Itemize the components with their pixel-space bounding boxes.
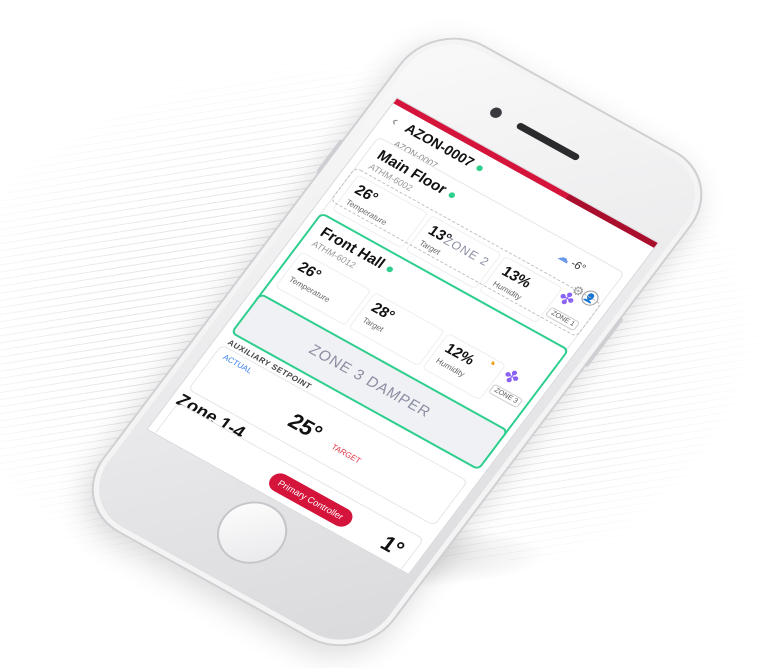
weather-readout: ☁-6° (555, 249, 588, 275)
online-indicator (474, 163, 484, 172)
progress-track (565, 193, 658, 248)
zone-tag: ZONE 3 (487, 383, 524, 409)
front-camera (487, 105, 505, 120)
zone-group-value: 1° (375, 530, 410, 562)
online-indicator (447, 191, 457, 199)
actual-value: 25° (283, 408, 328, 445)
chevron-left-icon[interactable]: ‹ (389, 113, 403, 128)
online-indicator (385, 265, 395, 274)
target-label: TARGET (329, 442, 363, 466)
speaker-grille (515, 121, 581, 162)
